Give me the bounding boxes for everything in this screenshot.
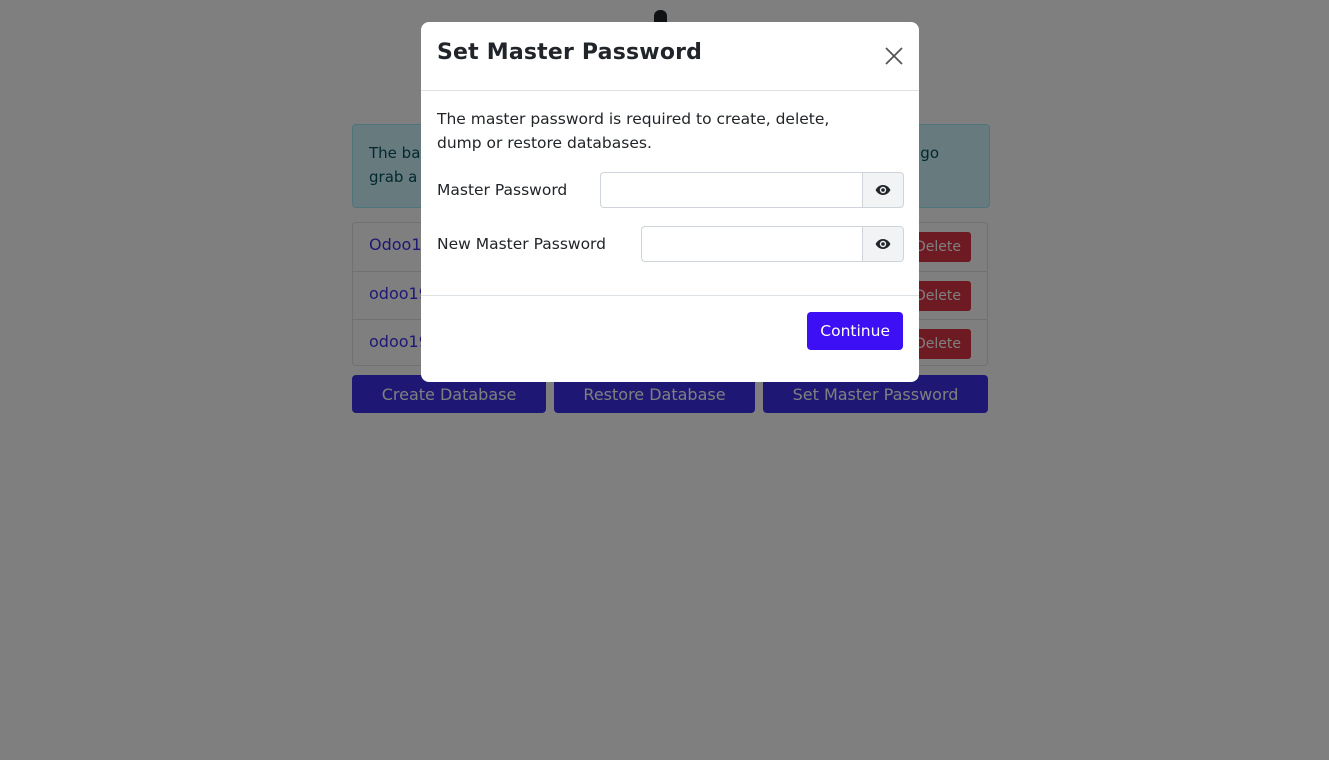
master-password-input[interactable]: [600, 172, 862, 208]
eye-icon: [875, 239, 891, 249]
master-password-label: Master Password: [437, 181, 568, 199]
new-master-password-group: [641, 226, 904, 262]
close-icon: [885, 47, 903, 65]
show-new-master-password-button[interactable]: [862, 226, 904, 262]
modal-header: Set Master Password: [421, 22, 919, 91]
modal-footer: Continue: [421, 295, 919, 382]
modal-body: The master password is required to creat…: [437, 107, 904, 262]
set-master-password-dialog: Set Master Password The master password …: [421, 22, 919, 382]
close-button[interactable]: [881, 43, 907, 69]
continue-button[interactable]: Continue: [807, 312, 903, 350]
new-master-password-label: New Master Password: [437, 235, 606, 253]
modal-description: The master password is required to creat…: [437, 110, 830, 152]
modal-title: Set Master Password: [437, 40, 703, 65]
eye-icon: [875, 185, 891, 195]
new-master-password-input[interactable]: [641, 226, 862, 262]
master-password-group: [600, 172, 904, 208]
show-master-password-button[interactable]: [862, 172, 904, 208]
